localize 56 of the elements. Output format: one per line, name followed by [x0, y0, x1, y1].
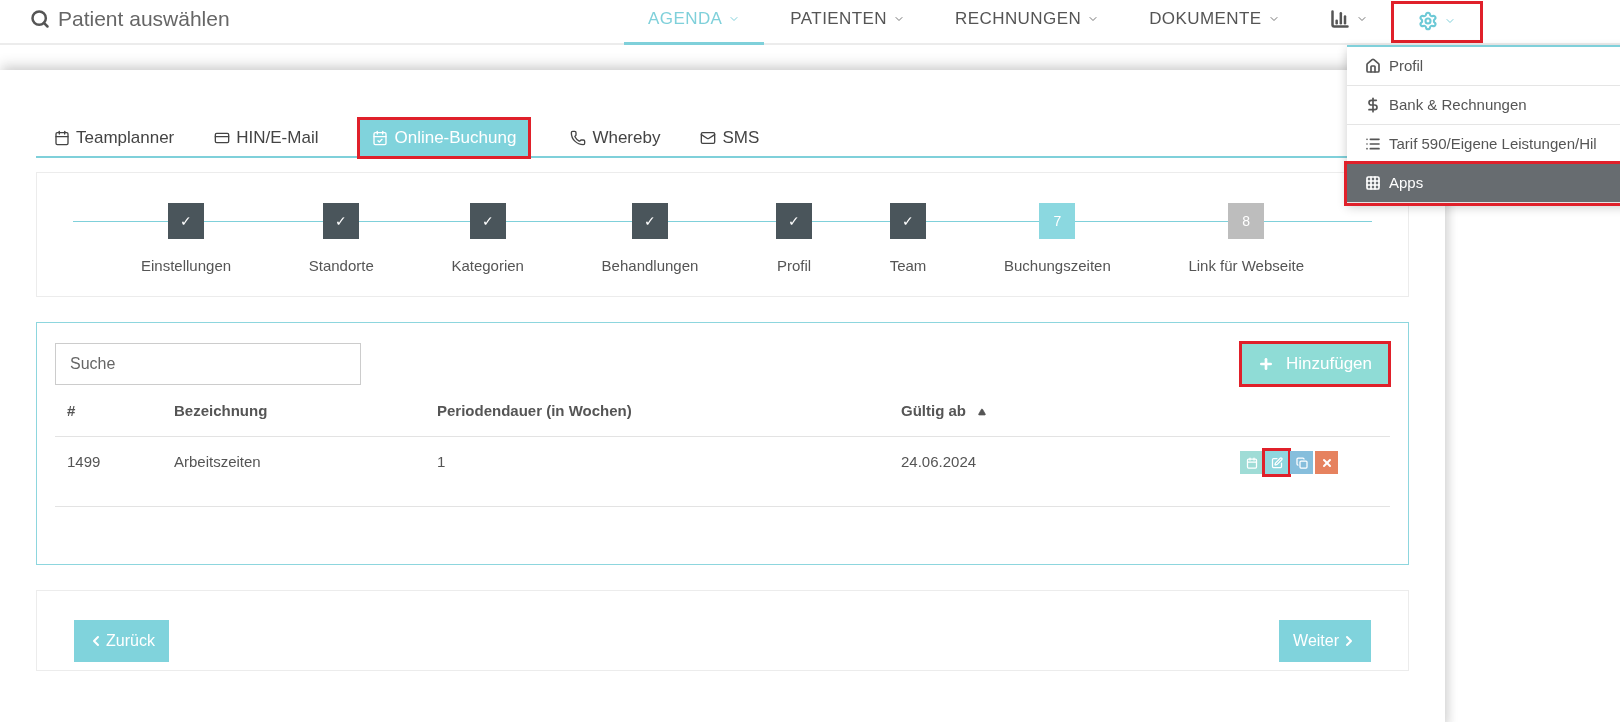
column-header: Bezeichnung	[174, 401, 268, 422]
step-label: Team	[889, 256, 927, 276]
row-action-button[interactable]	[1315, 451, 1338, 474]
step-marker: ✓	[776, 203, 812, 239]
grid-icon	[1365, 175, 1381, 191]
table-cell: 24.06.2024	[901, 453, 977, 471]
step-marker: ✓	[323, 203, 360, 239]
row-action-button[interactable]	[1240, 451, 1263, 474]
table-cell: 1	[437, 453, 446, 471]
step-label: Standorte	[308, 256, 374, 276]
step-marker: 7	[1039, 203, 1076, 239]
step-marker: ✓	[168, 203, 205, 239]
step-label: Link für Webseite	[1188, 256, 1304, 276]
plus-icon	[1258, 356, 1274, 372]
home-icon	[1365, 58, 1381, 74]
calendar-icon	[54, 130, 70, 146]
phone-icon	[570, 130, 587, 146]
step-marker: ✓	[469, 203, 506, 239]
tab[interactable]: SMS	[688, 120, 772, 156]
step-label: Kategorien	[451, 256, 524, 276]
dollar-icon	[1365, 97, 1381, 113]
list-icon	[1365, 136, 1381, 152]
tab[interactable]: HIN/E-Mail	[202, 120, 331, 156]
menu-item[interactable]: Bank & Rechnungen	[1347, 86, 1620, 125]
edit-icon	[1270, 456, 1283, 469]
column-header[interactable]: Gültig ab	[901, 400, 966, 423]
patient-search-link[interactable]: Patient auswählen	[58, 3, 230, 35]
step-label: Einstellungen	[141, 256, 232, 276]
step-marker: 8	[1228, 203, 1265, 239]
column-header: Periodendauer (in Wochen)	[437, 401, 632, 422]
step-label: Behandlungen	[601, 256, 699, 276]
copy-icon	[1295, 456, 1308, 469]
step-label: Profil	[776, 256, 812, 276]
settings-icon	[1417, 10, 1438, 31]
menu-item[interactable]: Profil	[1347, 47, 1620, 86]
nav-menu-item[interactable]: RECHNUNGEN	[931, 0, 1124, 45]
mail-icon	[700, 130, 717, 146]
step-label: Buchungszeiten	[1004, 256, 1111, 276]
calendar-check-icon	[372, 130, 389, 146]
step-marker: ✓	[632, 203, 668, 239]
nav-menu-item[interactable]: PATIENTEN	[766, 0, 930, 45]
step-marker: ✓	[890, 203, 926, 239]
tab[interactable]: Teamplanner	[42, 120, 187, 156]
table-cell: 1499	[67, 453, 101, 471]
sort-ascending-icon	[978, 407, 986, 416]
calendar-icon	[1245, 456, 1258, 469]
column-header: #	[67, 401, 76, 422]
bar-chart-icon	[1329, 9, 1350, 29]
nav-menu-item[interactable]: DOKUMENTE	[1125, 0, 1304, 45]
tab[interactable]: Whereby	[558, 120, 673, 156]
search-icon	[30, 8, 50, 29]
credit-card-icon	[214, 130, 231, 146]
search-field[interactable]: Suche	[55, 343, 361, 385]
menu-item[interactable]: Apps	[1347, 164, 1620, 203]
close-icon	[1320, 456, 1333, 469]
table-cell: Arbeitszeiten	[174, 453, 261, 471]
